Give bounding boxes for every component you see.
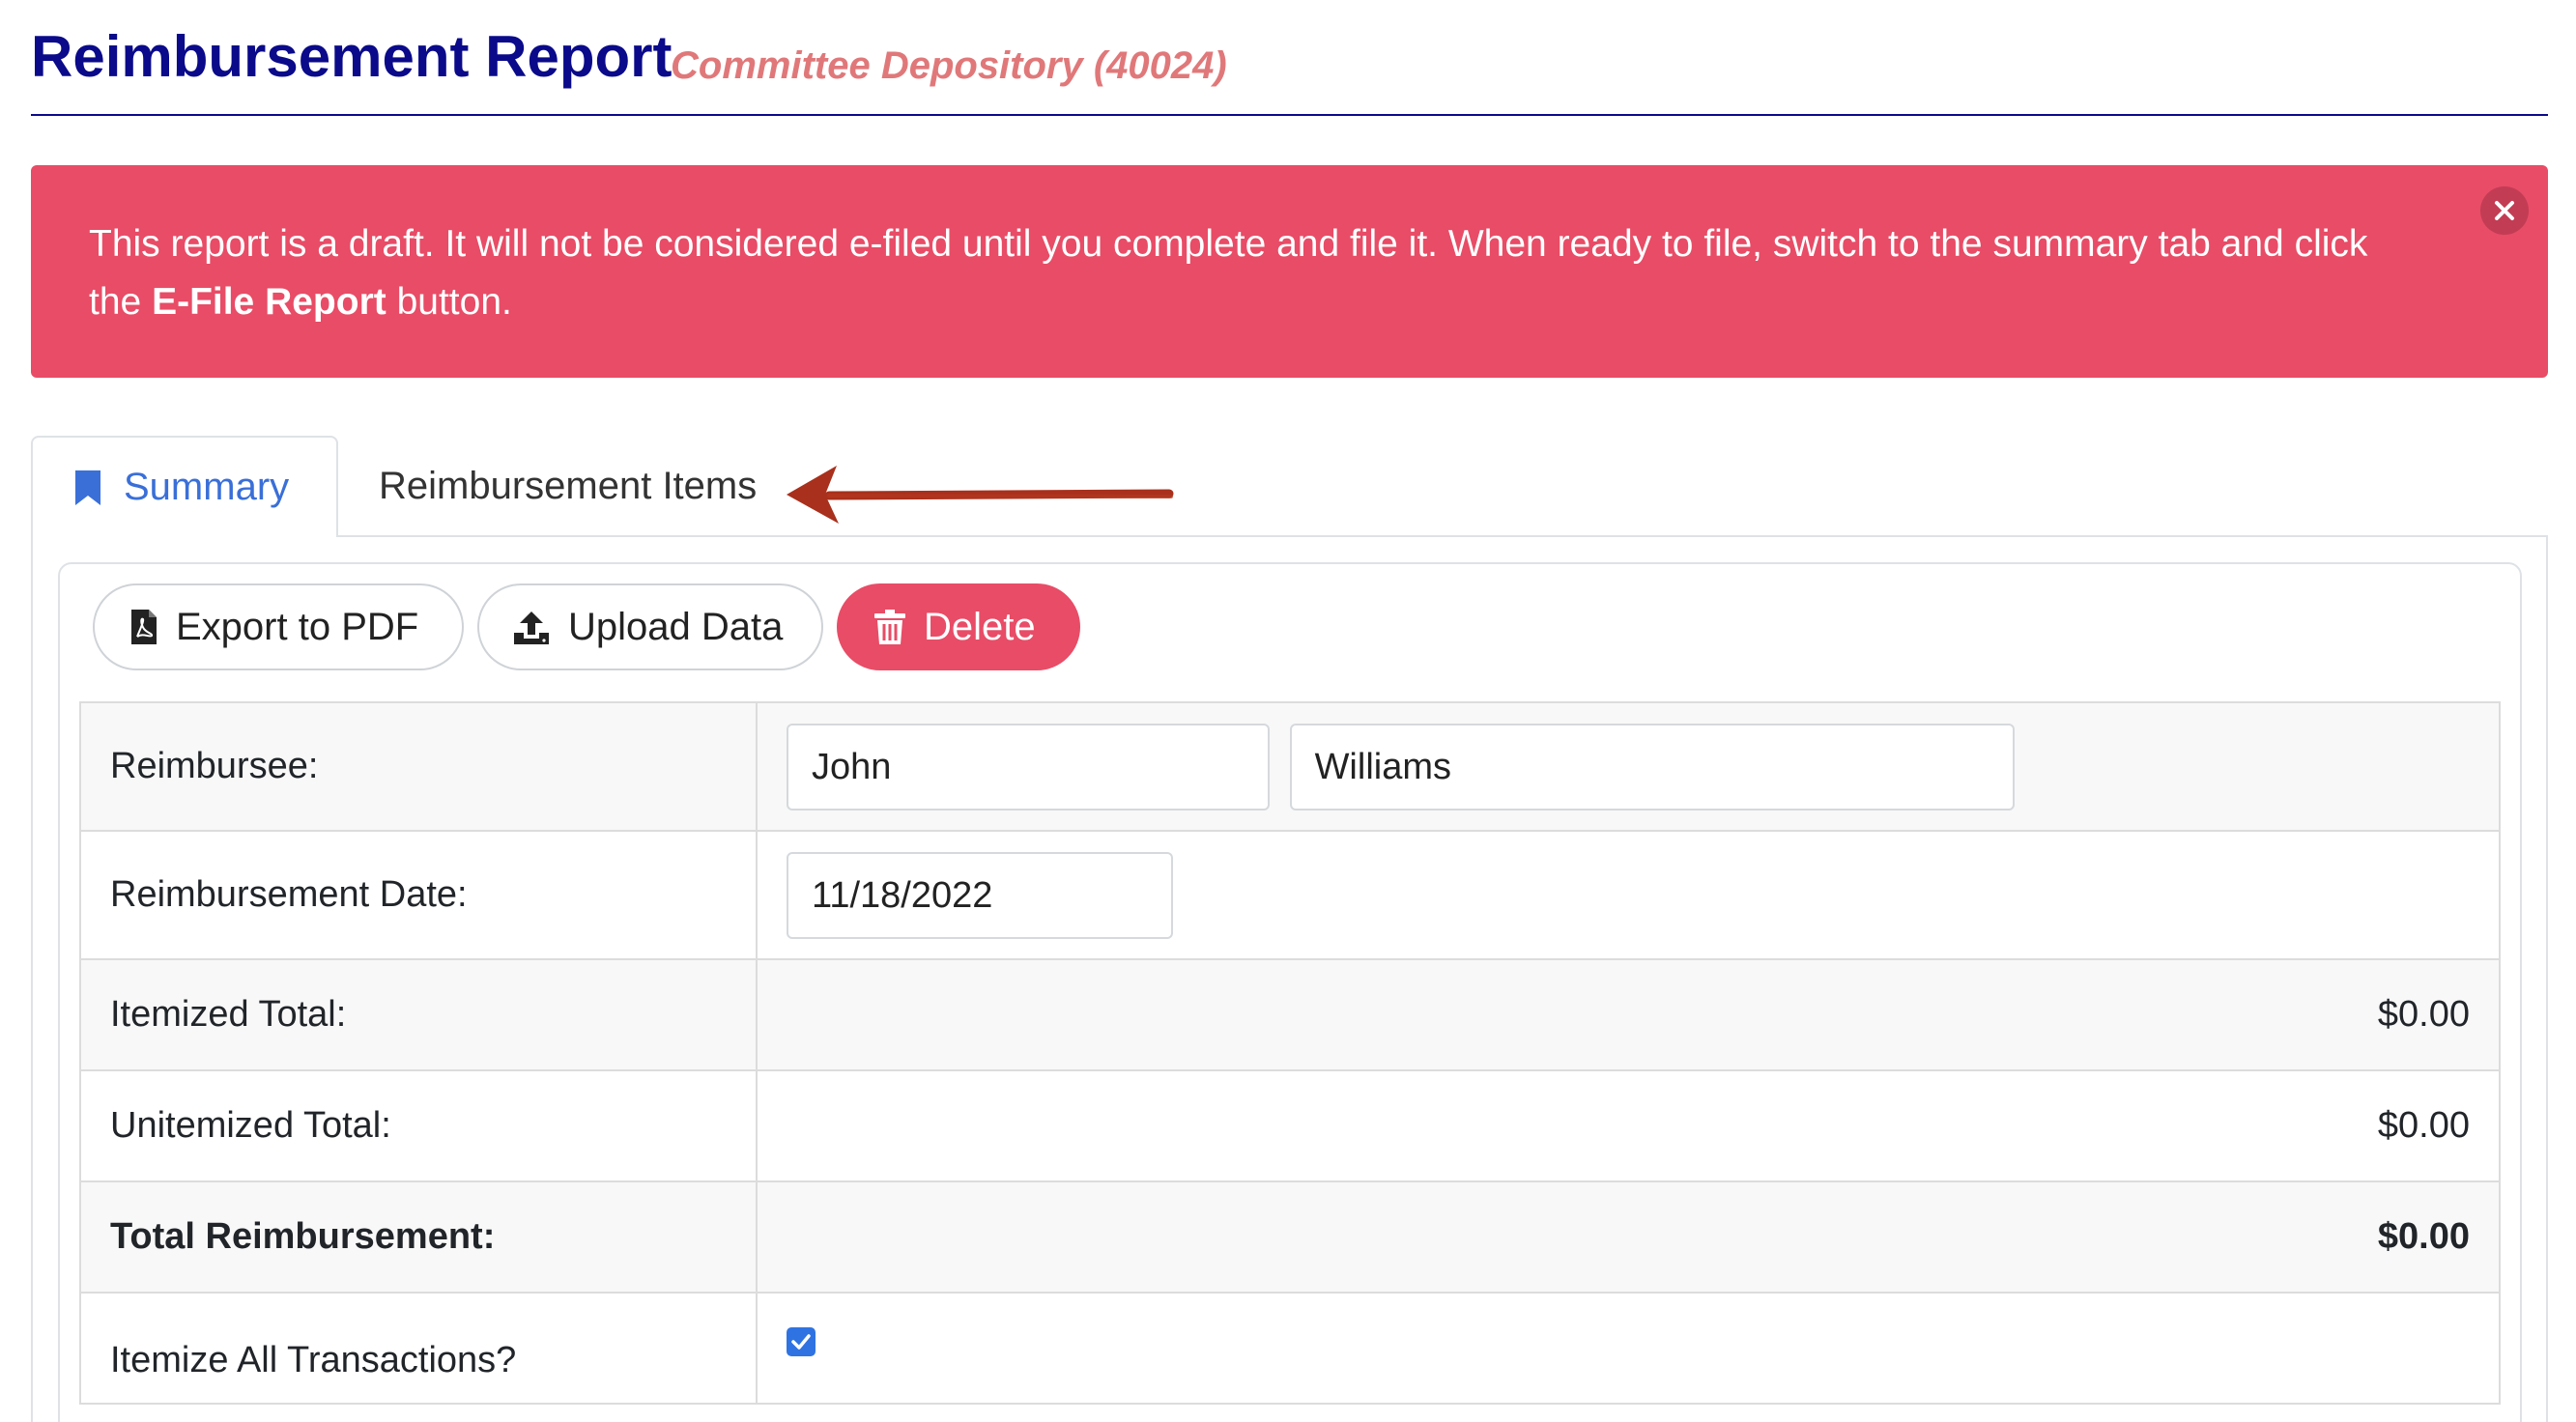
reimbursement-date-input[interactable]: 11/18/2022: [787, 851, 1173, 939]
page-title: Reimbursement Report: [31, 24, 673, 89]
date-row: Reimbursement Date: 11/18/2022: [79, 830, 2501, 960]
itemize-all-checkbox[interactable]: [787, 1327, 816, 1356]
itemize-all-row: Itemize All Transactions?: [79, 1292, 2501, 1405]
page-header: Reimbursement Report Committee Depositor…: [31, 19, 2548, 116]
date-cell: 11/18/2022: [756, 830, 2501, 960]
page-subtitle: Committee Depository (40024): [671, 44, 1227, 87]
draft-alert: This report is a draft. It will not be c…: [31, 165, 2548, 378]
itemized-total-label: Itemized Total:: [79, 958, 758, 1071]
unitemized-total-label: Unitemized Total:: [79, 1069, 758, 1182]
close-icon: [2495, 201, 2514, 220]
alert-bold-text: E-File Report: [152, 281, 386, 323]
upload-data-button[interactable]: Upload Data: [477, 583, 823, 670]
trash-icon: [874, 610, 905, 644]
reimbursee-cell: John Williams: [756, 701, 2501, 832]
tab-bar: Summary Reimbursement Items: [31, 436, 2548, 537]
itemized-row: Itemized Total: $0.00: [79, 958, 2501, 1071]
tab-summary-label: Summary: [124, 466, 290, 508]
alert-text-end: button.: [386, 281, 512, 323]
unitemized-total-value: $0.00: [756, 1069, 2501, 1182]
reimbursee-row: Reimbursee: John Williams: [79, 701, 2501, 832]
delete-button[interactable]: Delete: [837, 583, 1080, 670]
reimbursee-label: Reimbursee:: [79, 701, 758, 832]
last-name-input[interactable]: Williams: [1289, 723, 2015, 811]
upload-data-label: Upload Data: [568, 605, 784, 648]
summary-table: Reimbursee: John Williams Reimbursement …: [79, 701, 2501, 1405]
itemize-all-cell: [756, 1292, 2501, 1405]
pdf-file-icon: [131, 610, 157, 644]
checkmark-icon: [791, 1334, 811, 1350]
bookmark-icon: [75, 469, 100, 505]
total-reimbursement-value: $0.00: [756, 1180, 2501, 1294]
unitemized-row: Unitemized Total: $0.00: [79, 1069, 2501, 1182]
export-pdf-button[interactable]: Export to PDF: [93, 583, 464, 670]
upload-icon: [514, 611, 549, 644]
tab-reimbursement-items[interactable]: Reimbursement Items: [379, 436, 757, 537]
alert-close-button[interactable]: [2480, 186, 2529, 235]
tab-summary[interactable]: Summary: [31, 436, 338, 537]
total-reimbursement-label: Total Reimbursement:: [79, 1180, 758, 1294]
itemized-total-value: $0.00: [756, 958, 2501, 1071]
export-pdf-label: Export to PDF: [176, 605, 419, 648]
delete-label: Delete: [924, 605, 1036, 648]
annotation-arrow-icon: [787, 466, 1174, 524]
page: Reimbursement Report Committee Depositor…: [0, 0, 2576, 1422]
first-name-input[interactable]: John: [787, 723, 1270, 811]
reimbursement-date-label: Reimbursement Date:: [79, 830, 758, 960]
tab-reimbursement-items-label: Reimbursement Items: [379, 465, 758, 507]
itemize-all-label: Itemize All Transactions?: [79, 1292, 758, 1405]
total-row: Total Reimbursement: $0.00: [79, 1180, 2501, 1294]
